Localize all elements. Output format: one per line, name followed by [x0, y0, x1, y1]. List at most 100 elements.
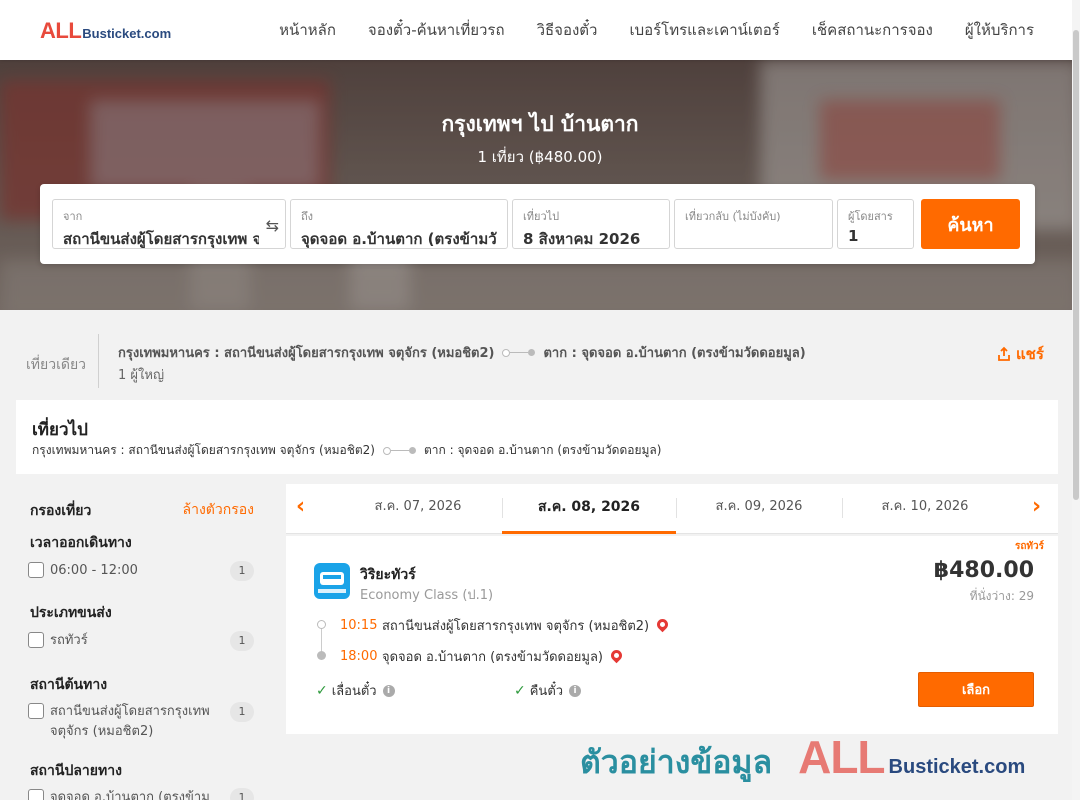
return-date-field[interactable]: เที่ยวกลับ (ไม่บังคับ) [674, 199, 833, 249]
to-label: ถึง [301, 210, 314, 223]
nav-how-to-book[interactable]: วิธีจองตั๋ว [521, 18, 614, 42]
filter-option-destination[interactable]: จุดจอด อ.บ้านตาก (ตรงข้าม 1 [28, 788, 254, 800]
sample-data-watermark: ตัวอย่างข้อมูล ALL Busticket.com [580, 730, 1025, 788]
share-button[interactable]: แชร์ [996, 342, 1044, 366]
departure-stop: 10:15 สถานีขนส่งผู้โดยสารกรุงเทพ จตุจักร… [340, 615, 671, 636]
logo-all-text: ALL [40, 18, 82, 43]
seats-available: ที่นั่งว่าง: 29 [969, 589, 1034, 603]
timeline-start-dot [317, 620, 326, 629]
filter-sidebar: กรองเที่ยว ล้างตัวกรอง เวลาออกเดินทาง 06… [16, 484, 278, 800]
outbound-heading: เที่ยวไป [32, 420, 88, 440]
logo-busticket-text: Busticket.com [82, 26, 172, 41]
main-nav: หน้าหลัก จองตั๋ว-ค้นหาเที่ยวรถ วิธีจองตั… [263, 0, 1050, 60]
transport-type-tag: รถทัวร์ [1014, 541, 1044, 552]
ticket-price: ฿480.00 [933, 558, 1034, 583]
check-icon: ✓ [514, 682, 526, 699]
outbound-route: กรุงเทพมหานคร : สถานีขนส่งผู้โดยสารกรุงเ… [32, 441, 661, 460]
info-icon[interactable]: i [569, 684, 582, 697]
page-scrollbar[interactable] [1072, 0, 1080, 800]
trip-result-card: รถทัวร์ วิริยะทัวร์ Economy Class (ป.1) … [286, 536, 1058, 734]
site-logo[interactable]: ALL Busticket.com [40, 18, 171, 44]
trip-summary: เที่ยวเดียว กรุงเทพมหานคร : สถานีขนส่งผู… [0, 312, 1072, 396]
filter-section-transport-type: ประเภทขนส่ง [30, 605, 112, 621]
map-pin-icon[interactable] [608, 647, 625, 664]
passenger-field[interactable]: ผู้โดยสาร 1 [837, 199, 914, 249]
refund-policy: ✓ คืนตั๋ว i [514, 680, 582, 701]
nav-book-search[interactable]: จองตั๋ว-ค้นหาเที่ยวรถ [352, 18, 521, 42]
nav-check-booking[interactable]: เช็คสถานะการจอง [796, 18, 949, 42]
checkbox[interactable] [28, 789, 44, 800]
date-tab[interactable]: ส.ค. 07, 2026 [334, 484, 502, 534]
watermark-text: ตัวอย่างข้อมูล [580, 743, 773, 781]
checkbox[interactable] [28, 562, 44, 578]
outbound-to: ตาก : จุดจอด อ.บ้านตาก (ตรงข้ามวัดดอยมูล… [423, 443, 662, 457]
filter-option-transport[interactable]: รถทัวร์ 1 [28, 631, 254, 651]
swap-arrows-icon[interactable]: ⇆ [266, 216, 279, 235]
outbound-from: กรุงเทพมหานคร : สถานีขนส่งผู้โดยสารกรุงเ… [32, 443, 375, 457]
summary-route: กรุงเทพมหานคร : สถานีขนส่งผู้โดยสารกรุงเ… [118, 342, 806, 363]
share-icon [998, 346, 1010, 361]
info-icon[interactable]: i [382, 684, 395, 697]
depart-date-label: เที่ยวไป [523, 210, 560, 223]
return-date-label: เที่ยวกลับ (ไม่บังคับ) [685, 210, 781, 223]
select-trip-button[interactable]: เลือก [918, 672, 1034, 707]
filter-title: กรองเที่ยว [30, 503, 92, 519]
checkbox[interactable] [28, 632, 44, 648]
timeline-end-dot [317, 651, 326, 660]
watermark-brand-rest: Busticket.com [888, 756, 1026, 778]
filter-section-departure-time: เวลาออกเดินทาง [30, 535, 132, 551]
checkbox[interactable] [28, 703, 44, 719]
filter-count-badge: 1 [230, 561, 254, 581]
summary-divider [98, 334, 99, 388]
reschedule-label: เลื่อนตั๋ว [331, 684, 377, 699]
chevron-left-icon[interactable]: ‹ [296, 494, 305, 519]
date-tab[interactable]: ส.ค. 10, 2026 [842, 484, 1008, 534]
nav-operators[interactable]: ผู้ให้บริการ [949, 18, 1050, 42]
from-label: จาก [63, 210, 83, 223]
date-tab[interactable]: ส.ค. 09, 2026 [676, 484, 842, 534]
filter-option-label: จุดจอด อ.บ้านตาก (ตรงข้าม [50, 790, 210, 800]
search-button[interactable]: ค้นหา [921, 199, 1020, 249]
from-field[interactable]: จาก สถานีขนส่งผู้โดยสารกรุงเทพ จตุจักร (… [52, 199, 286, 249]
to-value: จุดจอด อ.บ้านตาก (ตรงข้ามวัดดอยมูล) [301, 230, 497, 248]
filter-option-origin[interactable]: สถานีขนส่งผู้โดยสารกรุงเทพ จตุจักร (หมอช… [28, 702, 254, 742]
passenger-value: 1 [848, 227, 859, 245]
nav-phone-counters[interactable]: เบอร์โทรและเคาน์เตอร์ [613, 18, 795, 42]
search-panel: จาก สถานีขนส่งผู้โดยสารกรุงเทพ จตุจักร (… [40, 184, 1035, 264]
filter-count-badge: 1 [230, 788, 254, 800]
arrival-stop: 18:00 จุดจอด อ.บ้านตาก (ตรงข้ามวัดดอยมูล… [340, 646, 625, 667]
nav-home[interactable]: หน้าหลัก [263, 18, 352, 42]
passenger-label: ผู้โดยสาร [848, 210, 893, 223]
filter-option-time[interactable]: 06:00 - 12:00 1 [28, 561, 254, 581]
from-value: สถานีขนส่งผู้โดยสารกรุงเทพ จตุจักร (หมอช… [63, 230, 259, 248]
refund-label: คืนตั๋ว [529, 684, 564, 699]
outbound-card: เที่ยวไป กรุงเทพมหานคร : สถานีขนส่งผู้โด… [16, 400, 1058, 474]
arrival-time: 18:00 [340, 649, 378, 664]
seat-class: Economy Class (ป.1) [360, 588, 494, 603]
top-navbar: ALL Busticket.com หน้าหลัก จองตั๋ว-ค้นหา… [0, 0, 1080, 60]
depart-date-value: 8 สิงหาคม 2026 [523, 230, 641, 248]
to-field[interactable]: ถึง จุดจอด อ.บ้านตาก (ตรงข้ามวัดดอยมูล) [290, 199, 508, 249]
date-selector: ‹ ส.ค. 07, 2026 ส.ค. 08, 2026 ส.ค. 09, 2… [286, 484, 1058, 534]
clear-filters-link[interactable]: ล้างตัวกรอง [183, 499, 254, 521]
operator-name: วิริยะทัวร์ [360, 567, 416, 583]
date-tab-active[interactable]: ส.ค. 08, 2026 [502, 484, 676, 534]
operator-logo [314, 563, 350, 599]
summary-passengers: 1 ผู้ใหญ่ [118, 368, 165, 383]
chevron-right-icon[interactable]: › [1032, 494, 1041, 519]
map-pin-icon[interactable] [654, 616, 671, 633]
departure-station: สถานีขนส่งผู้โดยสารกรุงเทพ จตุจักร (หมอช… [382, 619, 650, 634]
summary-to: ตาก : จุดจอด อ.บ้านตาก (ตรงข้ามวัดดอยมูล… [543, 346, 806, 361]
trip-type-label: เที่ยวเดียว [26, 357, 87, 373]
arrival-station: จุดจอด อ.บ้านตาก (ตรงข้ามวัดดอยมูล) [382, 650, 603, 665]
watermark-brand-all: ALL [798, 731, 885, 783]
route-title: กรุงเทพฯ ไป บ้านตาก [441, 112, 639, 136]
depart-date-field[interactable]: เที่ยวไป 8 สิงหาคม 2026 [512, 199, 670, 249]
scrollbar-thumb[interactable] [1073, 30, 1079, 500]
filter-option-label: รถทัวร์ [50, 633, 88, 648]
filter-option-label: 06:00 - 12:00 [50, 563, 138, 578]
check-icon: ✓ [316, 682, 328, 699]
summary-from: กรุงเทพมหานคร : สถานีขนส่งผู้โดยสารกรุงเ… [118, 346, 495, 361]
filter-count-badge: 1 [230, 702, 254, 722]
route-subtitle: 1 เที่ยว (฿480.00) [477, 148, 603, 166]
